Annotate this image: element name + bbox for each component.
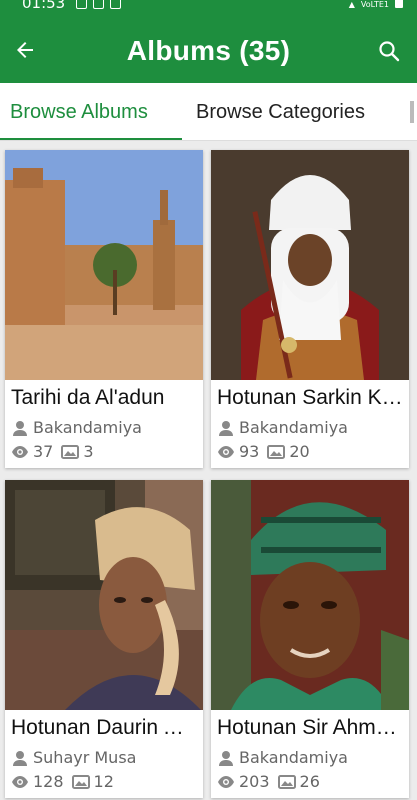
album-stats: 203 26	[217, 772, 320, 791]
view-count: 37	[33, 442, 54, 461]
author-name: Bakandamiya	[33, 418, 142, 437]
app-bar: Albums (35)	[0, 17, 417, 83]
notification-icons	[76, 0, 121, 9]
image-icon	[71, 774, 90, 789]
album-stats: 93 20	[217, 442, 310, 461]
tab-overflow-indicator	[410, 101, 414, 123]
album-card[interactable]: Tarihi da Al'adun Bakandamiya 37 3	[5, 150, 203, 468]
user-icon	[13, 420, 27, 436]
author-name: Bakandamiya	[239, 418, 348, 437]
image-icon	[267, 444, 286, 459]
tab-bar: Browse Albums Browse Categories	[0, 83, 417, 141]
photo-count: 26	[299, 772, 320, 791]
album-card[interactable]: Hotunan Sarkin Kano Bakandamiya 93 20	[211, 150, 409, 468]
view-count: 203	[239, 772, 270, 791]
eye-icon	[218, 445, 234, 458]
album-cover-image[interactable]	[5, 480, 203, 710]
album-author: Bakandamiya	[217, 418, 348, 437]
album-title[interactable]: Tarihi da Al'adun	[11, 386, 197, 410]
signal-icon: ▲	[348, 0, 355, 9]
photo-count: 3	[83, 442, 94, 461]
network-label: VoLTE1	[360, 0, 389, 9]
image-icon	[277, 774, 296, 789]
status-time: 01:53	[22, 0, 66, 12]
album-stats: 128 12	[11, 772, 114, 791]
search-icon[interactable]	[377, 39, 401, 63]
photo-count: 12	[93, 772, 114, 791]
tab-browse-albums[interactable]: Browse Albums	[10, 101, 148, 124]
album-cover-image[interactable]	[211, 480, 409, 710]
image-icon	[93, 0, 104, 9]
status-bar: 01:53 ▲ VoLTE1	[0, 0, 417, 17]
user-icon	[13, 750, 27, 766]
album-author: Suhayr Musa	[11, 748, 136, 767]
album-title[interactable]: Hotunan Sir Ahmadu	[217, 716, 403, 740]
image-icon	[61, 444, 80, 459]
album-author: Bakandamiya	[11, 418, 142, 437]
eye-icon	[218, 775, 234, 788]
view-count: 128	[33, 772, 64, 791]
user-icon	[219, 750, 233, 766]
gallery-icon	[76, 0, 87, 9]
album-card[interactable]: Hotunan Sir Ahmadu Bakandamiya 203 26	[211, 480, 409, 798]
author-name: Bakandamiya	[239, 748, 348, 767]
system-icons: ▲ VoLTE1	[349, 0, 403, 12]
battery-icon	[395, 0, 403, 8]
active-tab-indicator	[0, 138, 182, 140]
photo-count: 20	[289, 442, 310, 461]
album-stats: 37 3	[11, 442, 94, 461]
download-icon	[110, 0, 121, 9]
view-count: 93	[239, 442, 260, 461]
author-name: Suhayr Musa	[33, 748, 137, 767]
page-title: Albums (35)	[126, 35, 291, 66]
user-icon	[219, 420, 233, 436]
album-title[interactable]: Hotunan Daurin Aure	[11, 716, 197, 740]
eye-icon	[12, 775, 28, 788]
tab-browse-categories[interactable]: Browse Categories	[196, 101, 365, 124]
album-cover-image[interactable]	[211, 150, 409, 380]
album-card[interactable]: Hotunan Daurin Aure Suhayr Musa 128 12	[5, 480, 203, 798]
album-cover-image[interactable]	[5, 150, 203, 380]
eye-icon	[12, 445, 28, 458]
album-author: Bakandamiya	[217, 748, 348, 767]
album-title[interactable]: Hotunan Sarkin Kano	[217, 386, 403, 410]
